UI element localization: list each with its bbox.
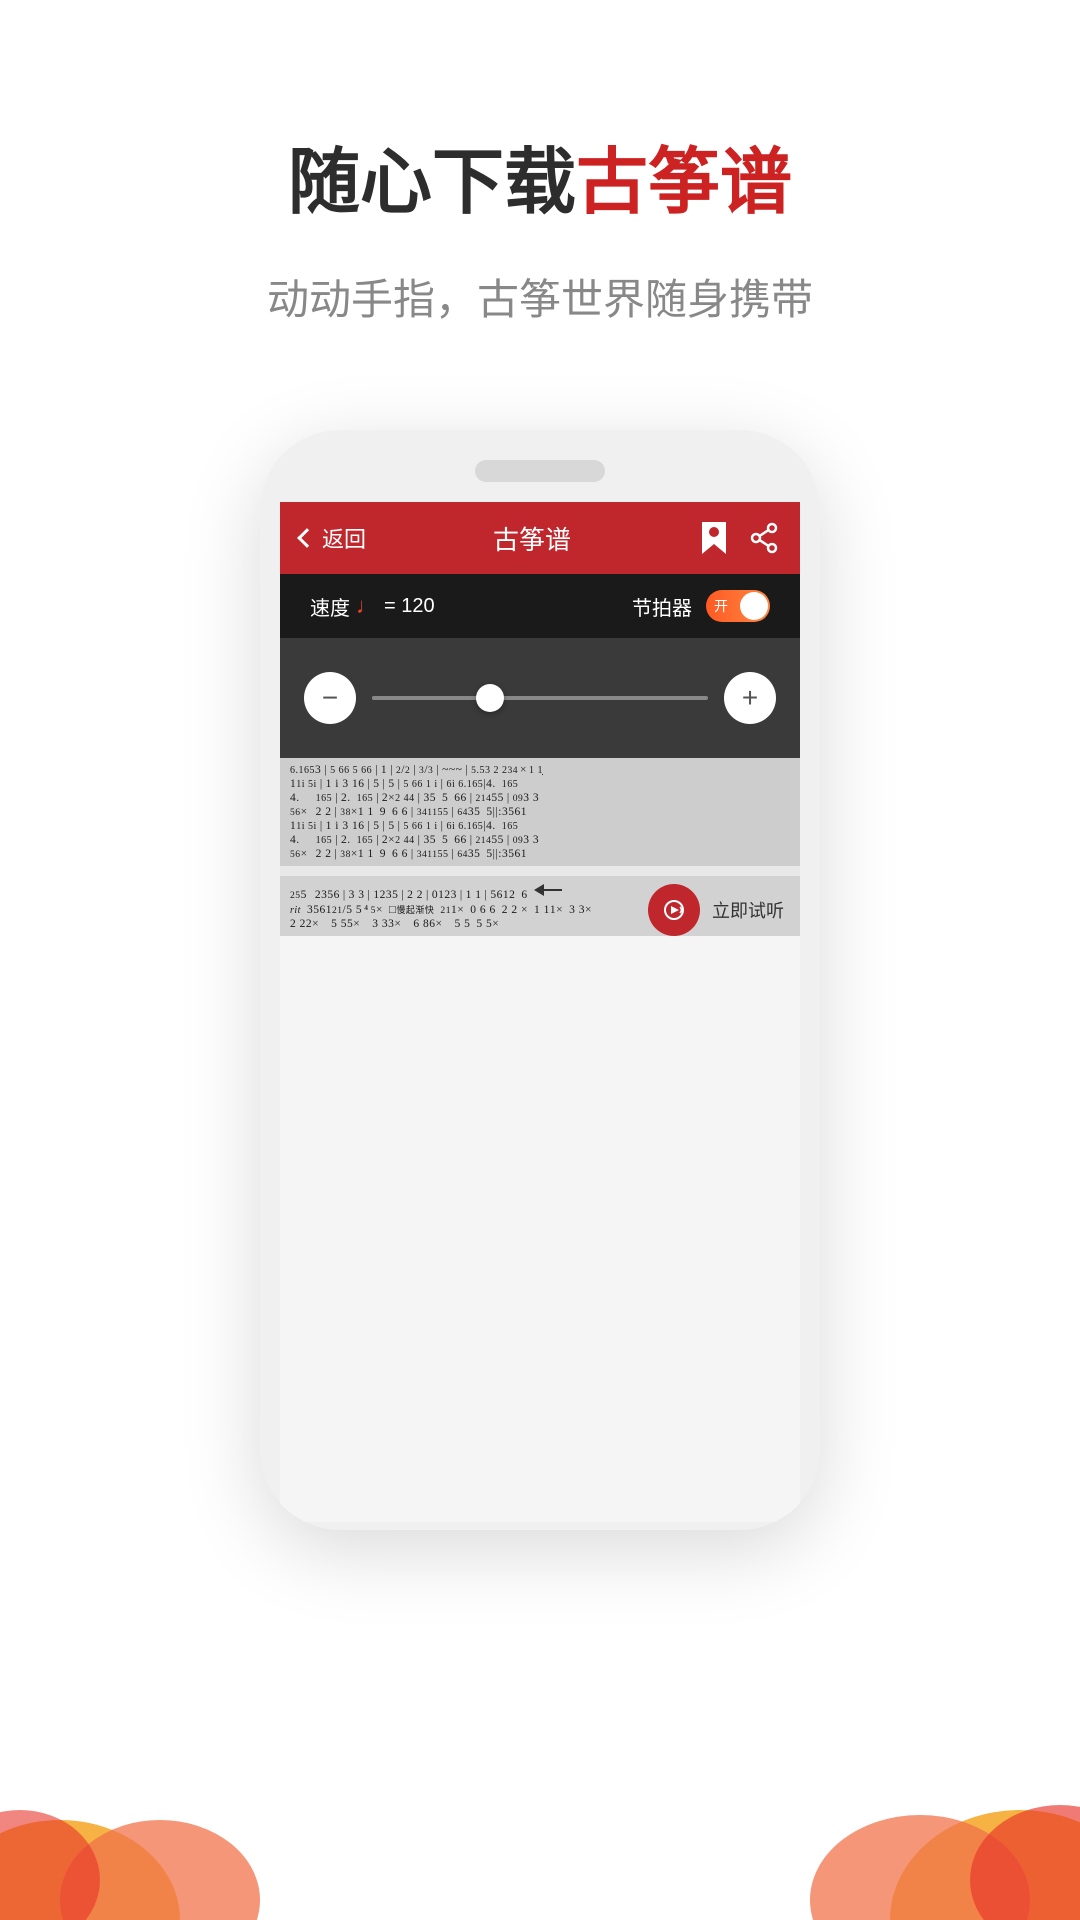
speed-slider-track[interactable] <box>372 696 708 700</box>
back-button[interactable]: 返回 <box>300 522 366 554</box>
notation-row: 4.165|2.165|2× 2 44|35 5 66|214 55|09 3 … <box>290 792 790 804</box>
slider-section: − + <box>280 638 800 758</box>
notation-row: 4.165|2.165|2× 2 44|35 5 66|214 55|09 3 … <box>290 834 790 846</box>
listen-label: 立即试听 <box>712 897 784 923</box>
phone-speaker <box>475 460 605 482</box>
listen-button[interactable] <box>648 884 700 936</box>
main-title: 随心下载古筝谱 <box>0 140 1080 226</box>
speed-decrease-button[interactable]: − <box>304 672 356 724</box>
chevron-left-icon <box>297 528 317 548</box>
decorative-blob-right <box>760 1650 1080 1920</box>
speed-increase-button[interactable]: + <box>724 672 776 724</box>
slider-fill <box>372 696 490 700</box>
subtitle: 动动手指，古筝世界随身携带 <box>0 266 1080 327</box>
app-header: 返回 古筝谱 <box>280 502 800 574</box>
back-label: 返回 <box>322 522 366 554</box>
share-icon[interactable] <box>748 522 780 554</box>
phone-mockup: 返回 古筝谱 <box>260 430 820 1530</box>
sheet-music-area[interactable]: 6.1653|5 66 5 66|1|2/2|3/3|~~~|5.53 2 23… <box>280 758 800 936</box>
toggle-on-label: 开 <box>714 596 728 616</box>
page-title: 古筝谱 <box>493 520 571 557</box>
metronome-section: 节拍器 开 <box>632 590 770 622</box>
bookmark-icon[interactable] <box>698 520 730 556</box>
notation-row: 6.1653|5 66 5 66|1|2/2|3/3|~~~|5.53 2 23… <box>290 764 790 776</box>
header-icons <box>698 520 780 556</box>
speed-label: 速度 ♩ = 120 <box>310 592 435 621</box>
metronome-label: 节拍器 <box>632 592 692 621</box>
notation-row: 56×2 2|38× 1 19 6 6|3411 55|6435 5||:356… <box>290 848 790 860</box>
music-note-icon: ♩ <box>356 593 378 619</box>
title-part1: 随心下载 <box>288 143 576 223</box>
speed-text: 速度 <box>310 592 350 621</box>
speed-bar: 速度 ♩ = 120 节拍器 开 <box>280 574 800 638</box>
header-section: 随心下载古筝谱 动动手指，古筝世界随身携带 <box>0 0 1080 327</box>
phone-screen: 返回 古筝谱 <box>280 502 800 1522</box>
listen-bar: 立即试听 <box>648 884 784 936</box>
speed-value: = 120 <box>384 595 435 618</box>
toggle-knob <box>740 592 768 620</box>
slider-thumb <box>476 684 504 712</box>
metronome-toggle[interactable]: 开 <box>706 590 770 622</box>
notation-row: 56×2 2|38× 1 19 6 6|3411 55|6435 5||:356… <box>290 806 790 818</box>
notation-row: 1 1i 5i|1 i 3 16|5|5|5 66 1 i|6i 6.165|4… <box>290 778 790 790</box>
title-part2: 古筝谱 <box>576 143 792 223</box>
audio-icon <box>663 899 685 921</box>
phone-outer: 返回 古筝谱 <box>260 430 820 1530</box>
decorative-blob-left <box>0 1660 280 1920</box>
notation-row: 1 1i 5i|1 i 3 16|5|5|5 66 1 i|6i 6.165|4… <box>290 820 790 832</box>
section-divider <box>280 866 800 876</box>
